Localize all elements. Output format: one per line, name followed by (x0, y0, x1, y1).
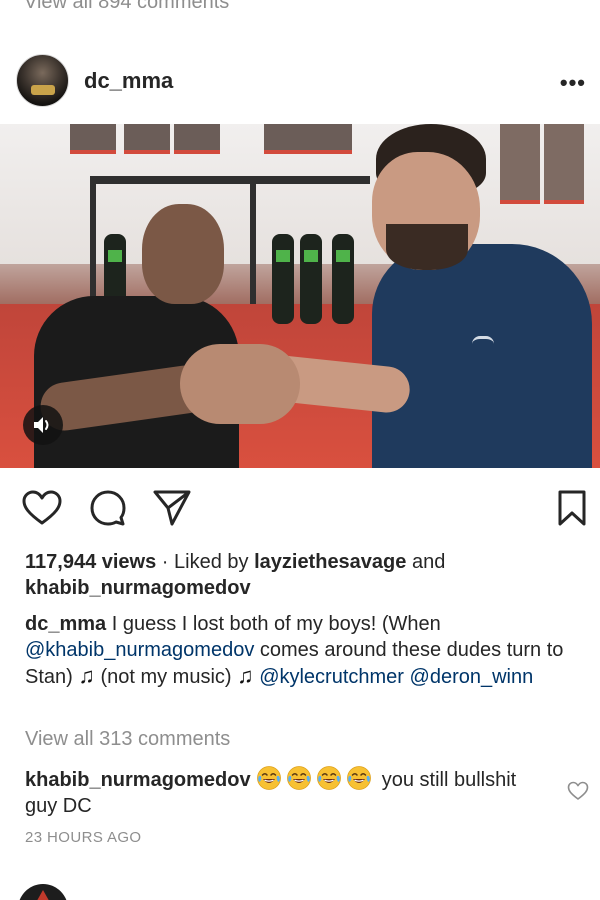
caption-author[interactable]: dc_mma (25, 613, 106, 635)
top-comment: khabib_nurmagomedov you still bullshit g… (25, 765, 545, 819)
views-and-likes: 117,944 views · Liked by layziethesavage… (25, 549, 585, 601)
profile-avatar[interactable] (16, 54, 69, 107)
comment-author[interactable]: khabib_nurmagomedov (25, 769, 251, 791)
comment-emojis (256, 766, 376, 791)
music-note-icon: ♫ (237, 663, 254, 688)
face-with-tears-of-joy-emoji (347, 766, 372, 790)
liked-by-and: and (411, 551, 446, 573)
caption-mention-1[interactable]: @khabib_nurmagomedov (25, 639, 254, 661)
liked-by-user-2[interactable]: khabib_nurmagomedov (25, 577, 251, 599)
send-icon[interactable] (152, 488, 192, 528)
speaker-icon[interactable] (23, 405, 63, 445)
fighter-right (352, 124, 592, 468)
face-with-tears-of-joy-emoji (257, 766, 282, 790)
caption-text-3: (not my music) (100, 666, 232, 688)
previous-view-all-comments-link[interactable]: View all 894 comments (24, 0, 229, 14)
post-video[interactable] (0, 124, 600, 468)
next-post-avatar[interactable] (18, 884, 68, 900)
liked-by-prefix: · Liked by (161, 551, 249, 573)
caption-mention-3[interactable]: @deron_winn (410, 666, 534, 688)
post-caption: dc_mma I guess I lost both of my boys! (… (25, 611, 590, 690)
music-note-icon: ♫ (78, 663, 95, 688)
liked-by-user-1[interactable]: layziethesavage (254, 551, 406, 573)
comment-like-heart-icon[interactable] (566, 780, 590, 802)
caption-text-1: I guess I lost both of my boys! (When (111, 613, 441, 635)
action-bar (0, 488, 600, 528)
handshake (180, 344, 300, 424)
post-timestamp: 23 HOURS AGO (25, 829, 142, 846)
more-options-icon[interactable]: ••• (560, 70, 586, 96)
view-count[interactable]: 117,944 views (25, 551, 156, 573)
face-with-tears-of-joy-emoji (287, 766, 312, 790)
post-username[interactable]: dc_mma (84, 68, 173, 94)
caption-mention-2[interactable]: @kylecrutchmer (259, 666, 404, 688)
post-header: dc_mma ••• (0, 52, 600, 108)
comment-icon[interactable] (88, 488, 128, 528)
view-all-comments-link[interactable]: View all 313 comments (25, 728, 230, 751)
face-with-tears-of-joy-emoji (317, 766, 342, 790)
heart-icon[interactable] (22, 488, 62, 528)
bookmark-icon[interactable] (552, 488, 592, 528)
